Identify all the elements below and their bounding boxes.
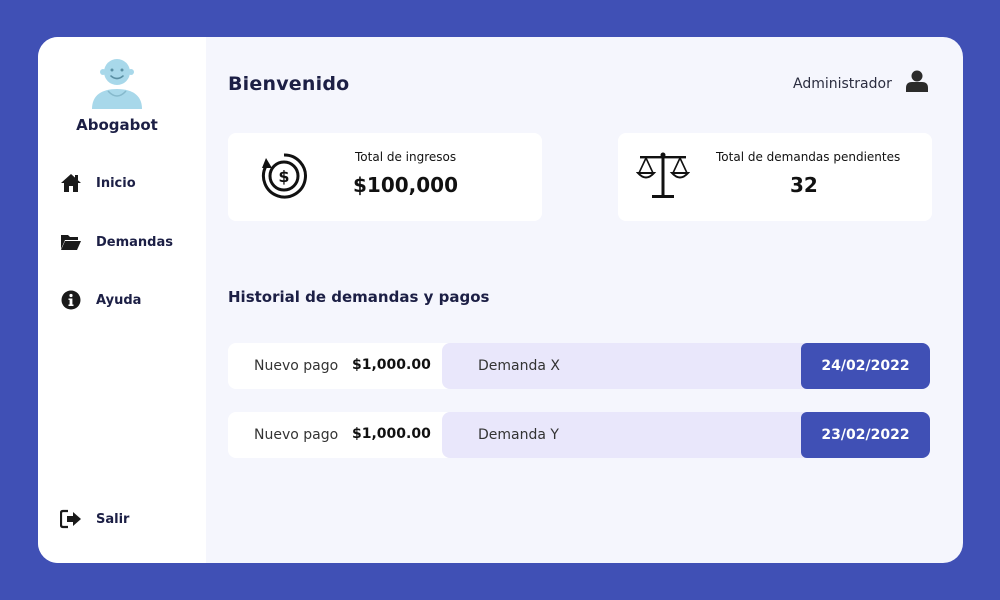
card-value: 32 [790, 173, 818, 197]
sidebar-item-label: Demandas [96, 234, 173, 250]
app-window: Abogabot Inicio Demandas Ayuda Salir Bie… [38, 37, 963, 563]
logout-button[interactable]: Salir [60, 508, 129, 530]
sidebar-item-inicio[interactable]: Inicio [60, 172, 136, 194]
sidebar-item-demandas[interactable]: Demandas [60, 231, 173, 253]
brand-name: Abogabot [76, 116, 158, 134]
sidebar-item-label: Ayuda [96, 292, 142, 308]
card-value: $100,000 [353, 173, 459, 197]
folder-open-icon [60, 231, 82, 253]
row-amount: $1,000.00 [352, 426, 431, 442]
row-demand-cell: Demanda Y [442, 412, 812, 458]
row-demand-cell: Demanda X [442, 343, 812, 389]
row-date-badge: 23/02/2022 [801, 412, 930, 458]
user-label[interactable]: Administrador [793, 76, 892, 92]
svg-text:$: $ [278, 167, 289, 186]
card-title: Total de demandas pendientes [716, 150, 901, 164]
income-card: $ Total de ingresos $100,000 [228, 133, 542, 221]
sidebar-item-ayuda[interactable]: Ayuda [60, 289, 141, 311]
avatar [92, 59, 142, 109]
card-title: Total de ingresos [355, 150, 457, 164]
history-row[interactable]: Nuevo pago $1,000.00 Demanda X 24/02/202… [228, 343, 930, 389]
row-demand: Demanda X [478, 358, 560, 374]
user-icon[interactable] [906, 70, 928, 92]
row-date-badge: 24/02/2022 [801, 343, 930, 389]
info-icon [60, 289, 82, 311]
row-type: Nuevo pago [254, 358, 339, 374]
main-content: Bienvenido Administrador $ Total de ingr… [206, 37, 963, 563]
row-type: Nuevo pago [254, 427, 339, 443]
logout-label: Salir [96, 511, 130, 527]
page-title: Bienvenido [228, 73, 350, 95]
home-icon [60, 172, 82, 194]
history-row[interactable]: Nuevo pago $1,000.00 Demanda Y 23/02/202… [228, 412, 930, 458]
history-title: Historial de demandas y pagos [228, 288, 490, 306]
row-amount: $1,000.00 [352, 357, 431, 373]
pending-demands-card: Total de demandas pendientes 32 [618, 133, 932, 221]
sidebar: Abogabot Inicio Demandas Ayuda Salir [38, 37, 206, 563]
dollar-coin-icon: $ [261, 153, 307, 199]
sidebar-item-label: Inicio [96, 175, 136, 191]
sign-out-icon [60, 508, 82, 530]
row-demand: Demanda Y [478, 427, 559, 443]
scales-icon [636, 152, 690, 198]
